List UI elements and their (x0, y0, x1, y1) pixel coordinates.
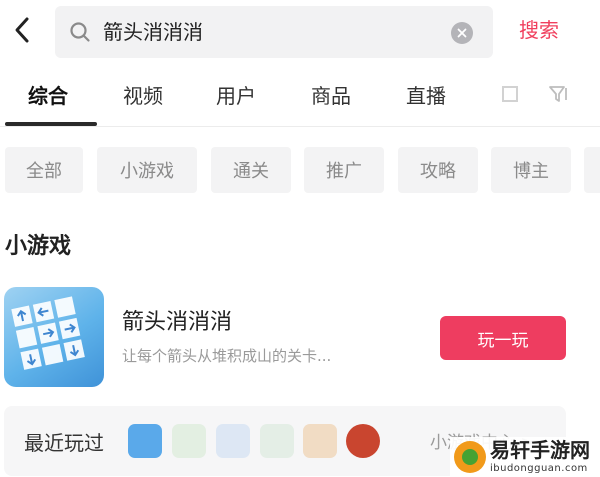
recent-game-icon[interactable] (260, 424, 294, 458)
watermark-logo-icon (454, 441, 486, 473)
chip-blogger[interactable]: 博主 (491, 147, 571, 193)
back-arrow-icon (15, 17, 29, 43)
site-watermark: 易轩手游网 ibudongguan.com (450, 437, 600, 477)
tab-products[interactable]: 商品 (311, 82, 351, 110)
filter-icon[interactable] (548, 84, 570, 104)
faded-tab-icon (502, 86, 518, 102)
filter-chips: 全部 小游戏 通关 推广 攻略 博主 (0, 147, 600, 193)
chip-guide[interactable]: 攻略 (398, 147, 478, 193)
tab-users[interactable]: 用户 (216, 82, 256, 110)
watermark-subtitle: ibudongguan.com (490, 463, 588, 474)
chip-overflow[interactable] (584, 147, 600, 193)
search-input[interactable]: 箭头消消消 (55, 6, 493, 58)
recently-played-label: 最近玩过 (24, 431, 104, 455)
chip-promotion[interactable]: 推广 (304, 147, 384, 193)
search-icon (70, 22, 90, 42)
recent-game-icon[interactable] (346, 424, 380, 458)
game-description: 让每个箭头从堆积成山的关卡... (122, 347, 332, 365)
recent-game-icon[interactable] (303, 424, 337, 458)
clear-search-icon[interactable] (451, 22, 473, 44)
section-title: 小游戏 (5, 234, 72, 259)
chip-clear-level[interactable]: 通关 (211, 147, 291, 193)
watermark-title: 易轩手游网 (490, 438, 590, 462)
play-button[interactable]: 玩一玩 (440, 316, 566, 360)
tab-all[interactable]: 综合 (28, 82, 68, 110)
tab-divider (0, 126, 600, 127)
tab-video[interactable]: 视频 (123, 82, 163, 110)
game-name[interactable]: 箭头消消消 (122, 308, 232, 338)
game-icon[interactable] (4, 287, 104, 387)
top-bar: 箭头消消消 搜索 (0, 0, 600, 64)
recent-game-icon[interactable] (172, 424, 206, 458)
chip-mini-games[interactable]: 小游戏 (97, 147, 197, 193)
recent-game-icon[interactable] (216, 424, 250, 458)
search-button[interactable]: 搜索 (519, 14, 559, 46)
chip-all[interactable]: 全部 (5, 147, 83, 193)
search-query[interactable]: 箭头消消消 (103, 18, 203, 46)
recent-game-icon[interactable] (128, 424, 162, 458)
back-button[interactable] (8, 14, 36, 46)
arrow-tiles-image (11, 296, 85, 370)
tab-live[interactable]: 直播 (406, 82, 446, 110)
